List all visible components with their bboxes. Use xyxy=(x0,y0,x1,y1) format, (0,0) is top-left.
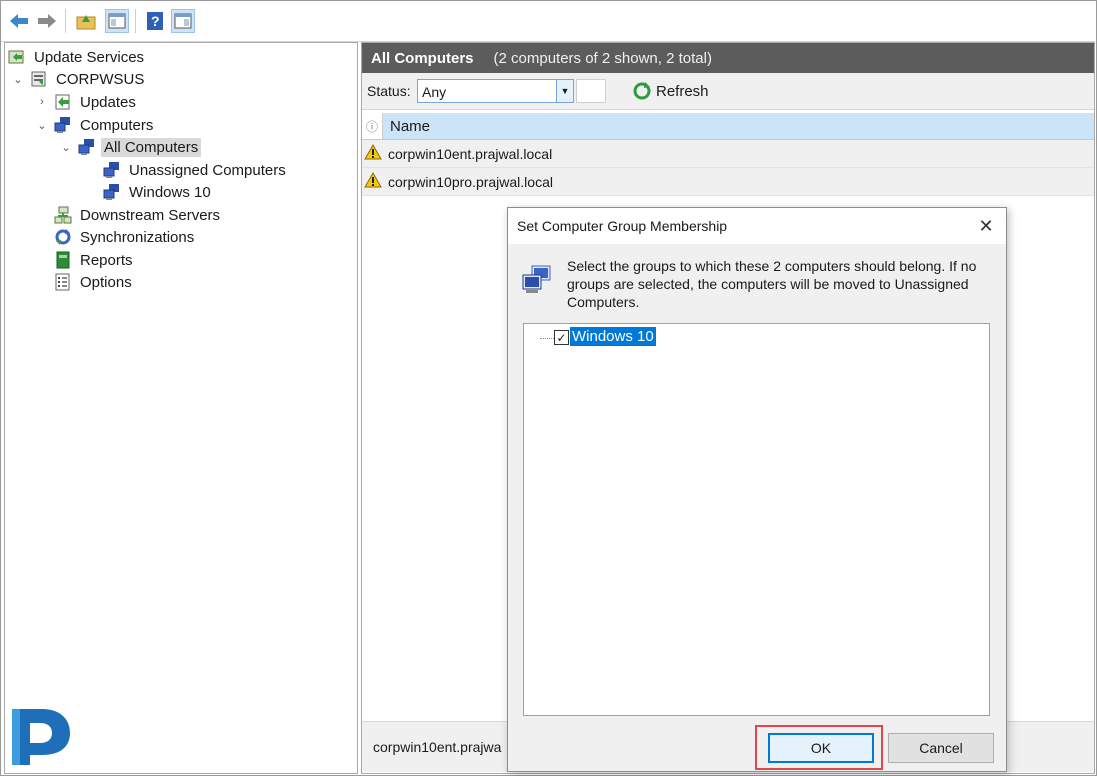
refresh-icon xyxy=(632,81,652,101)
collapse-chevron-icon[interactable]: ⌄ xyxy=(37,120,47,132)
dialog-title: Set Computer Group Membership xyxy=(517,218,728,234)
expand-chevron-icon[interactable]: › xyxy=(37,96,47,108)
tree-label: Reports xyxy=(80,251,133,269)
collapse-chevron-icon[interactable]: ⌄ xyxy=(61,142,71,154)
dialog-titlebar: Set Computer Group Membership ✕ xyxy=(508,208,1006,244)
help-icon[interactable]: ? xyxy=(143,9,167,33)
pane-subtitle: (2 computers of 2 shown, 2 total) xyxy=(493,49,712,67)
toolbar: ? xyxy=(1,1,1095,42)
close-icon[interactable]: ✕ xyxy=(976,216,996,236)
show-hide-console-tree-icon[interactable] xyxy=(105,9,129,33)
info-column-icon[interactable]: ⓘ xyxy=(362,113,383,139)
computers-icon xyxy=(520,263,554,300)
details-text: corpwin10ent.prajwa xyxy=(373,739,502,755)
filter-bar: Status: Any ▼ Refresh xyxy=(362,73,1094,110)
tree-node-reports[interactable]: Reports xyxy=(54,249,136,271)
warning-icon xyxy=(364,171,382,191)
tree-connector xyxy=(540,338,554,339)
logo xyxy=(8,705,74,770)
forward-arrow-icon[interactable] xyxy=(35,9,59,33)
svg-text:?: ? xyxy=(151,13,160,29)
tree-label: Options xyxy=(80,273,132,291)
tree-label: Updates xyxy=(80,93,136,111)
tree-node-update-services[interactable]: Update Services xyxy=(8,46,147,68)
tree-label: Update Services xyxy=(34,48,145,66)
computers-icon xyxy=(78,138,96,156)
tree-node-unassigned-computers[interactable]: Unassigned Computers xyxy=(103,159,289,181)
show-hide-action-pane-icon[interactable] xyxy=(171,9,195,33)
computers-icon xyxy=(103,161,121,179)
update-services-icon xyxy=(8,48,26,66)
pane-header: All Computers (2 computers of 2 shown, 2… xyxy=(362,43,1094,73)
tree-node-all-computers[interactable]: All Computers xyxy=(78,136,202,158)
ok-button[interactable]: OK xyxy=(768,733,874,763)
computer-name: corpwin10pro.prajwal.local xyxy=(388,173,553,190)
tree-node-windows-10[interactable]: Windows 10 xyxy=(103,181,214,203)
server-icon xyxy=(30,70,48,88)
tree-label: Downstream Servers xyxy=(80,206,221,224)
column-header-row: ⓘ Name xyxy=(362,113,1094,140)
table-row[interactable]: corpwin10pro.prajwal.local xyxy=(362,168,1094,196)
group-label[interactable]: Windows 10 xyxy=(570,327,656,346)
tree-label: Unassigned Computers xyxy=(129,161,286,179)
tree-node-downstream-servers[interactable]: Downstream Servers xyxy=(54,204,223,226)
collapse-chevron-icon[interactable]: ⌄ xyxy=(13,74,23,86)
tree-label: Computers xyxy=(80,116,154,134)
tree-label: CORPWSUS xyxy=(56,70,145,88)
dialog-message: Select the groups to which these 2 compu… xyxy=(567,258,977,310)
tree-node-synchronizations[interactable]: Synchronizations xyxy=(54,226,197,248)
tree-node-options[interactable]: Options xyxy=(54,271,135,293)
synchronizations-icon xyxy=(54,228,72,246)
computers-icon xyxy=(103,183,121,201)
back-arrow-icon[interactable] xyxy=(7,9,31,33)
group-tree-list: ✓ Windows 10 xyxy=(523,323,990,716)
up-folder-icon[interactable] xyxy=(74,9,98,33)
tree-label: Synchronizations xyxy=(80,228,195,246)
computer-name: corpwin10ent.prajwal.local xyxy=(388,145,553,162)
tree-node-updates[interactable]: Updates xyxy=(54,91,139,113)
updates-icon xyxy=(54,93,72,111)
tree-node-server[interactable]: CORPWSUS xyxy=(30,68,147,90)
status-label: Status: xyxy=(367,83,411,99)
console-tree: Update Services ⌄ CORPWSUS › Updates ⌄ C… xyxy=(4,42,358,774)
pane-title: All Computers xyxy=(371,49,474,67)
refresh-button[interactable]: Refresh xyxy=(632,81,709,101)
set-computer-group-membership-dialog: Set Computer Group Membership ✕ Select t… xyxy=(507,207,1007,772)
tree-node-computers[interactable]: Computers xyxy=(54,114,156,136)
warning-icon xyxy=(364,143,382,163)
reports-icon xyxy=(54,251,72,269)
options-icon xyxy=(54,273,72,291)
table-row[interactable]: corpwin10ent.prajwal.local xyxy=(362,140,1094,168)
windows-10-checkbox[interactable]: ✓ xyxy=(554,330,569,345)
tree-label: Windows 10 xyxy=(129,183,211,201)
status-dropdown[interactable]: Any xyxy=(417,79,574,103)
cancel-button[interactable]: Cancel xyxy=(888,733,994,763)
refresh-label: Refresh xyxy=(656,82,709,100)
computers-icon xyxy=(54,116,72,134)
tree-label: All Computers xyxy=(101,137,202,157)
status-value: Any xyxy=(422,84,447,100)
dropdown-arrow-icon[interactable]: ▼ xyxy=(556,79,574,103)
downstream-servers-icon xyxy=(54,206,72,224)
status-dropdown-extension xyxy=(576,79,606,103)
column-name-header[interactable]: Name xyxy=(390,118,430,135)
